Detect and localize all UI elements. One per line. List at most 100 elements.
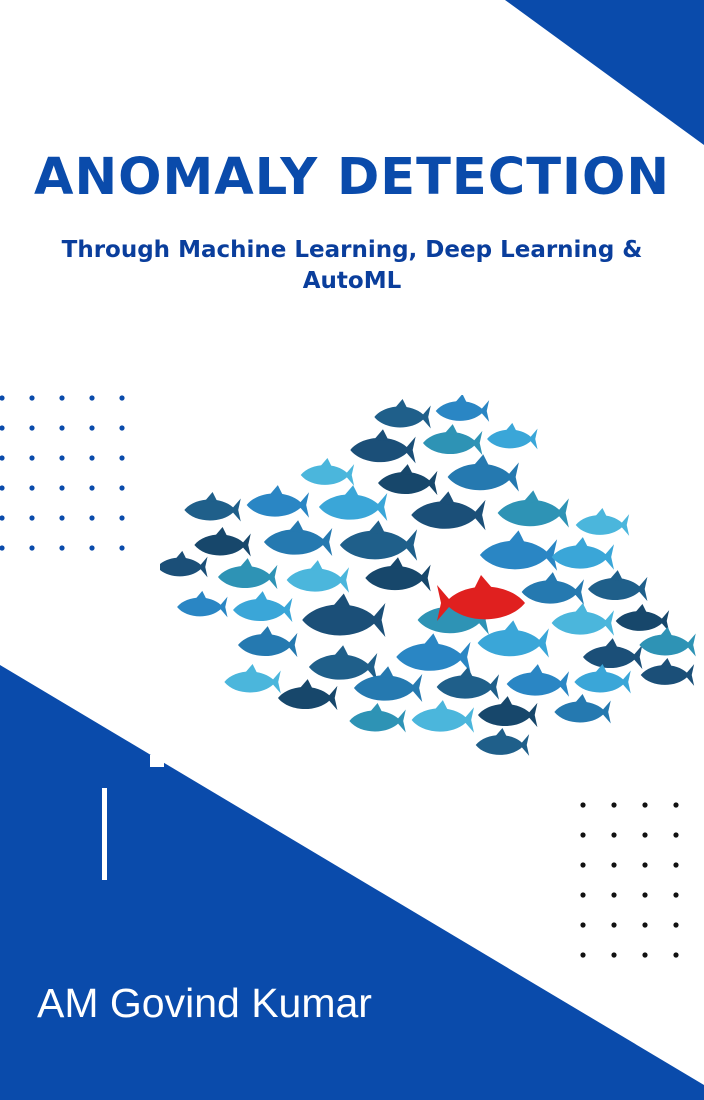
dot (59, 485, 65, 491)
dot (642, 952, 648, 958)
blue-fish (350, 429, 416, 464)
dot (29, 425, 35, 431)
dot (580, 802, 586, 808)
dot (580, 862, 586, 868)
dot (673, 952, 679, 958)
dot (89, 515, 95, 521)
blue-fish (300, 457, 355, 486)
dot (119, 485, 125, 491)
dot (119, 395, 125, 401)
book-subtitle: Through Machine Learning, Deep Learning … (61, 237, 643, 294)
dot (673, 922, 679, 928)
dot (580, 832, 586, 838)
dot (0, 485, 5, 491)
dot (89, 455, 95, 461)
blue-fish (194, 527, 251, 557)
blue-fish (374, 399, 431, 429)
dot (642, 922, 648, 928)
blue-fish (302, 593, 386, 638)
dot (59, 395, 65, 401)
dot (673, 862, 679, 868)
blue-fish (177, 590, 228, 618)
blue-fish (233, 591, 293, 623)
dot (673, 802, 679, 808)
top-right-blue-triangle (505, 0, 704, 145)
dot (119, 455, 125, 461)
dot (580, 952, 586, 958)
dot (0, 395, 5, 401)
dot (119, 515, 125, 521)
dot (59, 425, 65, 431)
dot (119, 545, 125, 551)
dot (89, 485, 95, 491)
blue-fish (447, 454, 519, 492)
blue-fish (615, 603, 670, 632)
dot (611, 802, 617, 808)
dot (580, 922, 586, 928)
dot (642, 802, 648, 808)
dot (29, 395, 35, 401)
dot (89, 425, 95, 431)
blue-fish (487, 422, 538, 450)
dot (119, 425, 125, 431)
blue-fish (497, 490, 569, 528)
dot (59, 545, 65, 551)
dot (29, 545, 35, 551)
blue-fish (238, 626, 298, 658)
blue-fish (521, 572, 585, 605)
dot (59, 455, 65, 461)
dot (0, 545, 5, 551)
blue-fish (478, 696, 538, 728)
blue-fish (554, 694, 611, 724)
blue-fish (411, 491, 486, 531)
blue-fish (506, 664, 570, 697)
blue-fish (435, 395, 490, 422)
book-cover: ANOMALY DETECTION Through Machine Learni… (0, 0, 704, 1100)
dot (611, 862, 617, 868)
white-vertical-bar (102, 788, 107, 880)
dot (89, 545, 95, 551)
blue-fish (160, 550, 208, 578)
blue-fish (575, 507, 630, 536)
dot (611, 832, 617, 838)
blue-fish (184, 492, 241, 522)
book-title: ANOMALY DETECTION (34, 148, 670, 207)
blue-fish (436, 667, 500, 700)
blue-fish (479, 530, 558, 571)
dot (29, 455, 35, 461)
right-dot-grid (580, 802, 679, 958)
blue-fish (263, 520, 333, 556)
author-name: AM Govind Kumar (37, 980, 372, 1026)
blue-fish (218, 558, 278, 590)
blue-fish (574, 664, 631, 694)
blue-fish (349, 703, 406, 733)
fish-school-illustration (160, 395, 696, 756)
blue-fish (640, 657, 695, 686)
blue-fish (423, 424, 483, 456)
dot (611, 952, 617, 958)
dot (29, 515, 35, 521)
blue-fish (308, 645, 378, 681)
dot (0, 515, 5, 521)
blue-fish (339, 520, 418, 561)
dot (673, 892, 679, 898)
blue-fish (278, 679, 338, 711)
dot (642, 892, 648, 898)
left-dot-grid (0, 395, 125, 551)
blue-fish (588, 570, 648, 602)
dot (611, 922, 617, 928)
blue-fish (551, 603, 615, 636)
blue-fish (477, 620, 549, 658)
dot (0, 425, 5, 431)
dot (580, 892, 586, 898)
blue-fish (365, 557, 431, 592)
dot (89, 395, 95, 401)
blue-fish (639, 627, 696, 657)
dot (611, 892, 617, 898)
blue-fish (396, 633, 471, 673)
blue-fish (318, 485, 388, 521)
blue-fish (246, 485, 310, 518)
dot (642, 832, 648, 838)
blue-fish (378, 464, 438, 496)
blue-fish (411, 700, 475, 733)
